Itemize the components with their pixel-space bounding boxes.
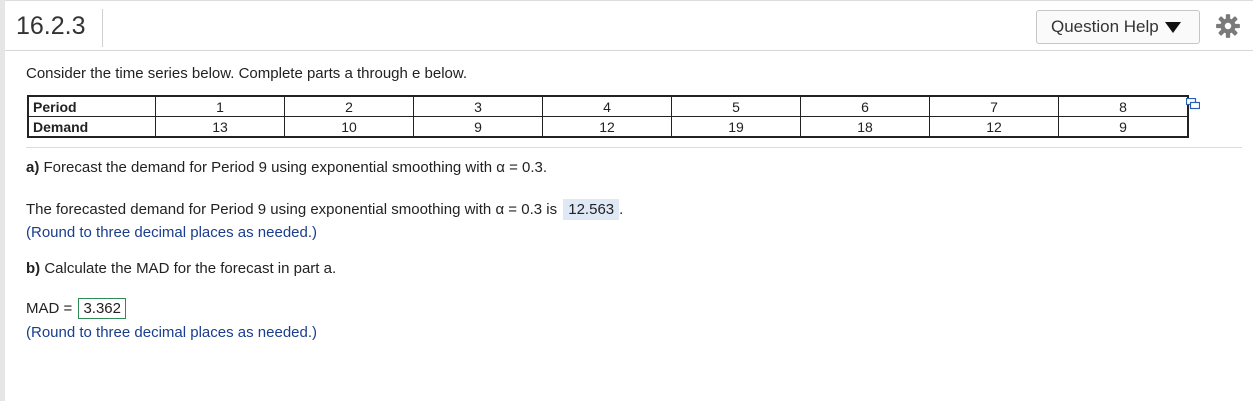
row-header-demand: Demand xyxy=(27,116,156,138)
question-number: 16.2.3 xyxy=(15,9,103,47)
dropdown-triangle-icon xyxy=(1164,21,1181,33)
table-cell: 7 xyxy=(929,95,1059,117)
alpha-symbol: α xyxy=(496,159,505,176)
alpha-symbol: α xyxy=(495,201,505,218)
question-header: 16.2.3 Question Help xyxy=(5,0,1253,51)
part-a-answer-prefix: The forecasted demand for Period 9 using… xyxy=(26,201,492,218)
table-row: Demand 13 10 9 12 19 18 12 9 xyxy=(27,116,1189,138)
table-cell: 4 xyxy=(542,95,672,117)
forecast-answer-field[interactable]: 12.563 xyxy=(563,199,620,220)
part-a-prompt-text: Forecast the demand for Period 9 using e… xyxy=(43,159,493,176)
table-cell: 13 xyxy=(155,116,285,138)
mad-label: MAD = xyxy=(26,300,73,317)
part-b-hint: (Round to three decimal places as needed… xyxy=(26,324,318,341)
row-header-period: Period xyxy=(27,95,156,117)
mad-answer-line: MAD = 3.362 xyxy=(26,298,126,319)
section-divider xyxy=(26,147,1242,148)
intro-text: Consider the time series below. Complete… xyxy=(26,65,468,82)
table-cell: 19 xyxy=(671,116,801,138)
question-help-button[interactable]: Question Help xyxy=(1036,10,1200,44)
part-b-prompt-text: Calculate the MAD for the forecast in pa… xyxy=(44,260,337,277)
part-a-answer-alpha: = 0.3 is xyxy=(508,201,558,218)
part-a-prompt: a) Forecast the demand for Period 9 usin… xyxy=(26,159,547,176)
question-help-label: Question Help xyxy=(1051,17,1159,36)
part-a-label: a) xyxy=(26,159,40,176)
table-row: Period 1 2 3 4 5 6 7 8 xyxy=(27,95,1189,117)
table-cell: 2 xyxy=(284,95,414,117)
part-a-answer-line: The forecasted demand for Period 9 using… xyxy=(26,199,623,220)
part-b-label: b) xyxy=(26,260,41,277)
table-cell: 9 xyxy=(413,116,543,138)
table-cell: 5 xyxy=(671,95,801,117)
gear-icon[interactable] xyxy=(1215,13,1241,39)
alpha-value: = 0.3. xyxy=(509,159,548,176)
table-cell: 8 xyxy=(1058,95,1189,117)
part-b-prompt: b) Calculate the MAD for the forecast in… xyxy=(26,260,336,277)
table-cell: 6 xyxy=(800,95,930,117)
table-cell: 3 xyxy=(413,95,543,117)
table-cell: 9 xyxy=(1058,116,1189,138)
table-cell: 12 xyxy=(929,116,1059,138)
left-edge-bar xyxy=(0,0,5,401)
table-cell: 10 xyxy=(284,116,414,138)
answer-period: . xyxy=(619,201,624,218)
mad-input-field[interactable]: 3.362 xyxy=(78,298,126,319)
part-a-hint: (Round to three decimal places as needed… xyxy=(26,224,318,241)
table-cell: 1 xyxy=(155,95,285,117)
time-series-table: Period 1 2 3 4 5 6 7 8 Demand 13 10 9 12… xyxy=(27,95,1189,138)
copy-table-icon[interactable] xyxy=(1186,98,1200,110)
table-cell: 12 xyxy=(542,116,672,138)
table-cell: 18 xyxy=(800,116,930,138)
